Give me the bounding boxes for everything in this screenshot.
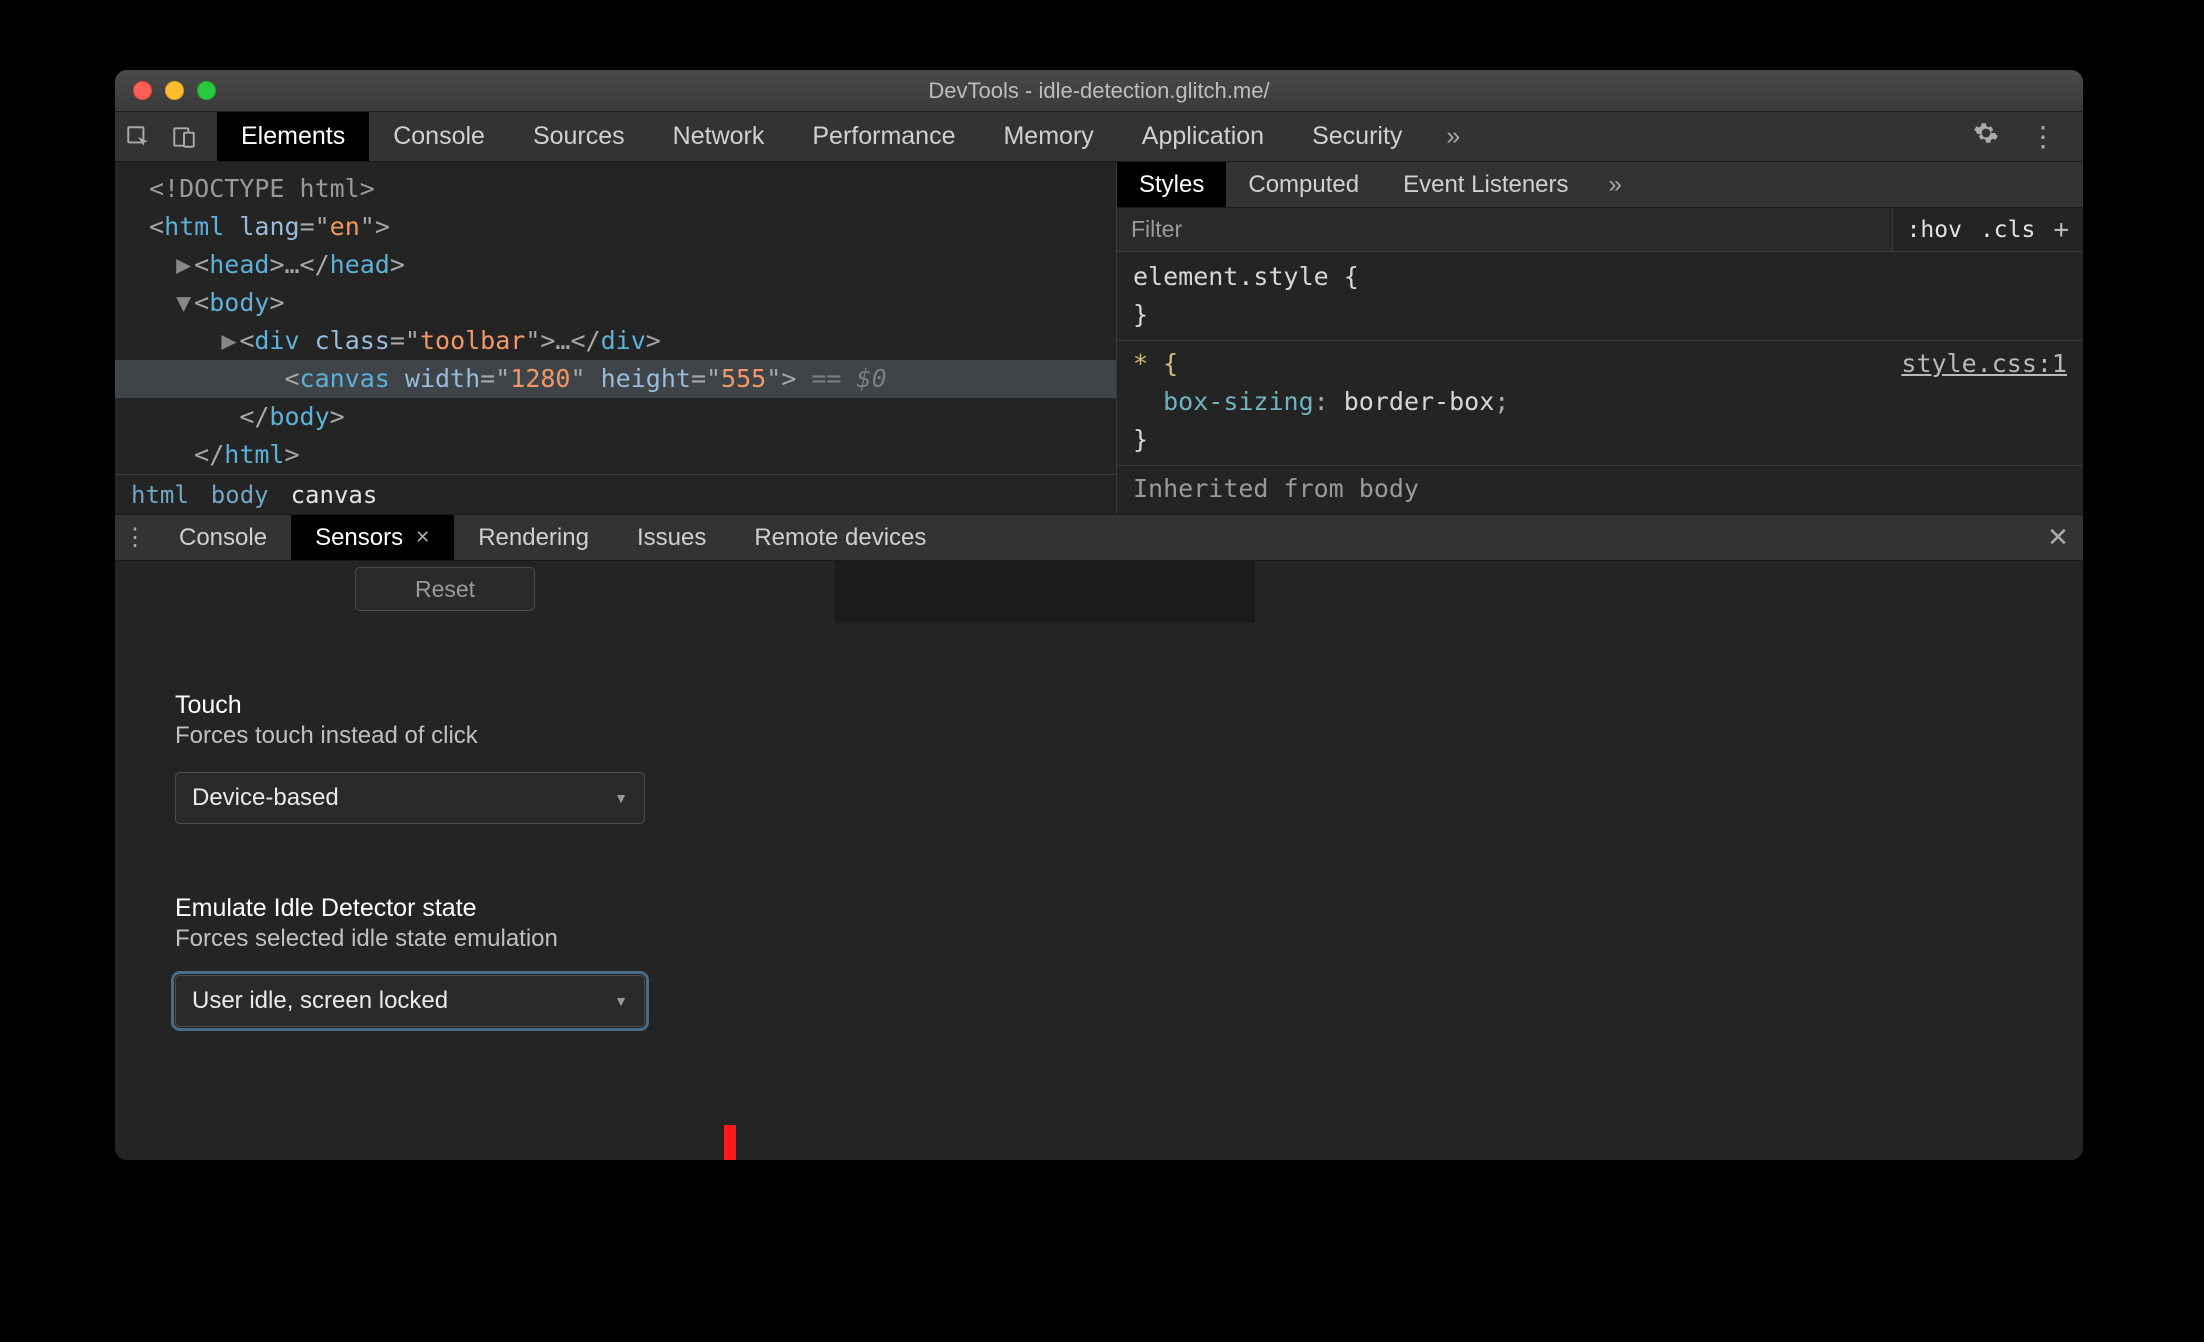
titlebar: DevTools - idle-detection.glitch.me/ — [115, 70, 2083, 112]
css-property[interactable]: box-sizing — [1163, 387, 1314, 416]
kebab-menu-icon[interactable]: ⋮ — [2029, 120, 2059, 153]
styles-hov-cls[interactable]: :hov .cls + — [1892, 208, 2083, 251]
idle-state-select[interactable]: User idle, screen locked ▼ — [175, 975, 645, 1027]
device-toolbar-icon[interactable] — [161, 112, 207, 161]
new-style-rule-icon[interactable]: + — [2053, 215, 2069, 245]
close-icon[interactable]: ✕ — [415, 527, 430, 548]
drawer-tab-issues[interactable]: Issues — [613, 515, 730, 560]
reset-button[interactable]: Reset — [355, 567, 535, 611]
minimize-window-button[interactable] — [165, 81, 184, 100]
drawer-tab-strip: ⋮ Console Sensors✕ Rendering Issues Remo… — [115, 515, 2083, 561]
tab-security[interactable]: Security — [1288, 112, 1426, 161]
tab-application[interactable]: Application — [1118, 112, 1288, 161]
css-value[interactable]: border-box — [1344, 387, 1495, 416]
sensors-panel: Reset Touch Forces touch instead of clic… — [115, 561, 2083, 1160]
tab-sources[interactable]: Sources — [509, 112, 649, 161]
styles-tabs-overflow-icon[interactable]: » — [1591, 162, 1640, 207]
touch-section-subtitle: Forces touch instead of click — [175, 722, 2023, 750]
tab-elements[interactable]: Elements — [217, 112, 369, 161]
drawer-tab-sensors[interactable]: Sensors✕ — [291, 515, 454, 560]
styles-tab-strip: Styles Computed Event Listeners » — [1117, 162, 2083, 208]
dom-breadcrumb: html body canvas — [115, 474, 1116, 514]
touch-select-value: Device-based — [192, 784, 339, 812]
dom-tree-row[interactable]: ▼<body> — [131, 284, 1106, 322]
main-tab-strip: Elements Console Sources Network Perform… — [115, 112, 2083, 162]
css-brace: } — [1133, 425, 1148, 454]
drawer-tab-remote-devices[interactable]: Remote devices — [730, 515, 950, 560]
zoom-window-button[interactable] — [197, 81, 216, 100]
cls-toggle[interactable]: .cls — [1980, 217, 2035, 243]
styles-body[interactable]: element.style { } style.css:1 * { box-si… — [1117, 252, 2083, 514]
tab-console[interactable]: Console — [369, 112, 509, 161]
annotation-arrow-icon — [674, 1119, 754, 1160]
traffic-lights — [115, 81, 216, 100]
drawer: ⋮ Console Sensors✕ Rendering Issues Remo… — [115, 514, 2083, 1160]
dom-tree-row[interactable]: <canvas width="1280" height="555"> == $0 — [115, 360, 1116, 398]
dom-tree-row[interactable]: <html lang="en"> — [131, 208, 1106, 246]
dom-tree-row[interactable]: </html> — [131, 436, 1106, 474]
style-rule[interactable]: element.style { } — [1133, 258, 2067, 334]
settings-icon[interactable] — [1973, 120, 1999, 153]
window-title: DevTools - idle-detection.glitch.me/ — [115, 78, 2083, 104]
idle-section-title: Emulate Idle Detector state — [175, 894, 2023, 923]
touch-select[interactable]: Device-based ▼ — [175, 772, 645, 824]
dom-tree-row[interactable]: </body> — [131, 398, 1106, 436]
style-rule[interactable]: style.css:1 * { box-sizing: border-box; … — [1133, 345, 2067, 459]
tabs-overflow-icon[interactable]: » — [1426, 112, 1480, 161]
breadcrumb-item[interactable]: html — [131, 481, 189, 509]
dom-tree[interactable]: <!DOCTYPE html><html lang="en"> ▶<head>…… — [115, 162, 1116, 474]
chevron-down-icon: ▼ — [614, 790, 628, 806]
idle-section-subtitle: Forces selected idle state emulation — [175, 925, 2023, 953]
dom-tree-row[interactable]: ▶<div class="toolbar">…</div> — [131, 322, 1106, 360]
drawer-menu-icon[interactable]: ⋮ — [115, 515, 155, 560]
drawer-close-icon[interactable]: ✕ — [2033, 515, 2083, 560]
chevron-down-icon: ▼ — [614, 993, 628, 1009]
elements-panel: <!DOCTYPE html><html lang="en"> ▶<head>…… — [115, 162, 2083, 514]
styles-tab-styles[interactable]: Styles — [1117, 162, 1226, 207]
dom-tree-row[interactable]: ▶<head>…</head> — [131, 246, 1106, 284]
styles-tab-event-listeners[interactable]: Event Listeners — [1381, 162, 1590, 207]
rule-source-link[interactable]: style.css:1 — [1901, 345, 2067, 383]
drawer-tab-console[interactable]: Console — [155, 515, 291, 560]
drawer-tab-rendering[interactable]: Rendering — [454, 515, 613, 560]
tab-performance[interactable]: Performance — [788, 112, 979, 161]
breadcrumb-item[interactable]: body — [211, 481, 269, 509]
breadcrumb-item[interactable]: canvas — [291, 481, 378, 509]
tab-memory[interactable]: Memory — [979, 112, 1117, 161]
idle-state-select-value: User idle, screen locked — [192, 987, 448, 1015]
close-window-button[interactable] — [133, 81, 152, 100]
css-selector: * { — [1133, 349, 1178, 378]
tab-network[interactable]: Network — [649, 112, 789, 161]
styles-filter-input[interactable] — [1117, 208, 1892, 251]
orientation-preview — [835, 561, 1255, 623]
hov-toggle[interactable]: :hov — [1907, 217, 1962, 243]
inherited-from: Inherited from body — [1133, 470, 2067, 508]
styles-tab-computed[interactable]: Computed — [1226, 162, 1381, 207]
touch-section-title: Touch — [175, 691, 2023, 720]
devtools-window: DevTools - idle-detection.glitch.me/ Ele… — [115, 70, 2083, 1160]
dom-tree-row[interactable]: <!DOCTYPE html> — [131, 170, 1106, 208]
inspect-element-icon[interactable] — [115, 112, 161, 161]
